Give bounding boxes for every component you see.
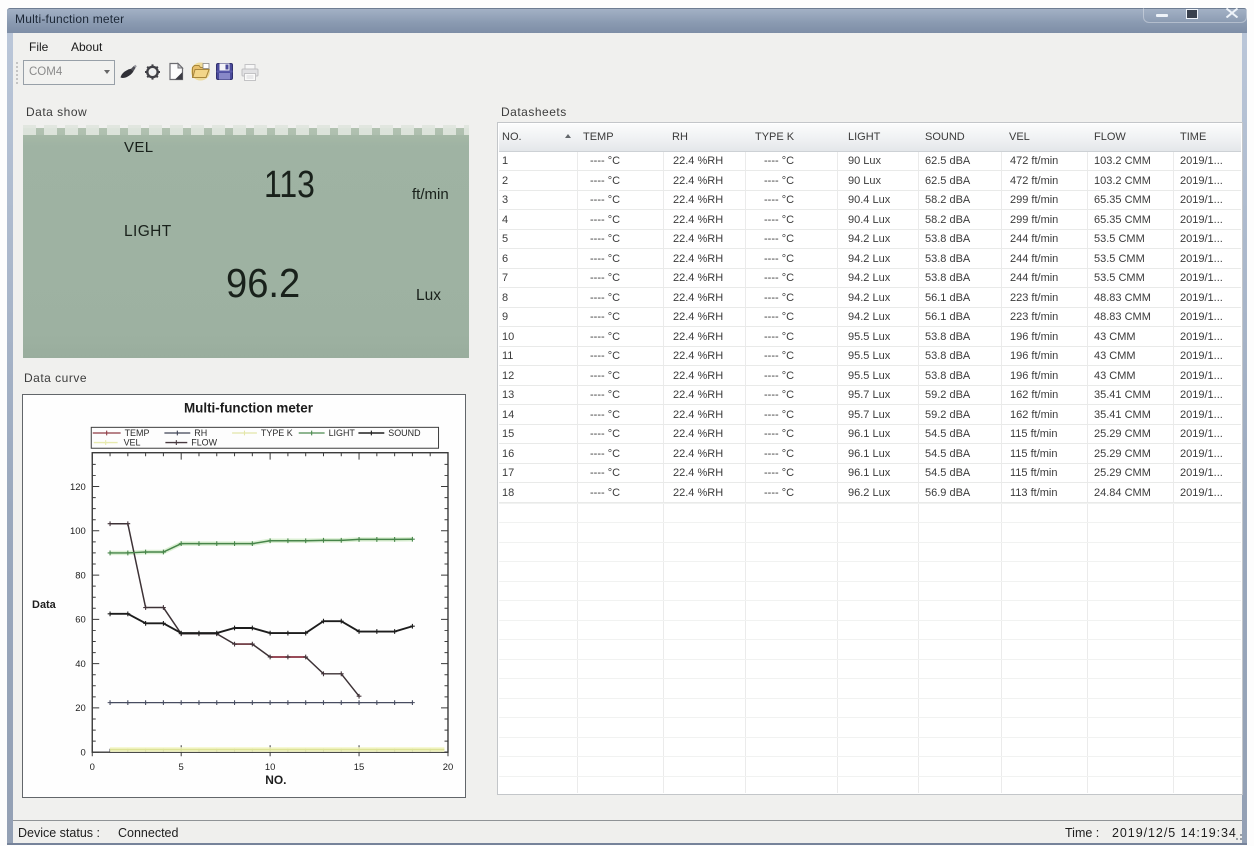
svg-text:15: 15: [354, 762, 365, 773]
svg-text:100: 100: [70, 526, 86, 537]
svg-text:0: 0: [90, 762, 95, 773]
svg-text:TEMP: TEMP: [125, 428, 150, 438]
svg-text:40: 40: [75, 659, 86, 670]
svg-text:RH: RH: [194, 428, 207, 438]
svg-text:FLOW: FLOW: [191, 438, 217, 448]
svg-text:10: 10: [265, 762, 276, 773]
svg-text:5: 5: [179, 762, 184, 773]
svg-text:Data: Data: [32, 599, 57, 611]
svg-text:NO.: NO.: [265, 773, 286, 787]
svg-text:SOUND: SOUND: [388, 428, 421, 438]
svg-text:60: 60: [75, 615, 86, 626]
svg-text:120: 120: [70, 482, 86, 493]
svg-text:20: 20: [443, 762, 454, 773]
svg-text:Multi-function meter: Multi-function meter: [184, 400, 314, 415]
svg-text:VEL: VEL: [124, 438, 141, 448]
svg-text:0: 0: [81, 748, 86, 759]
svg-text:TYPE K: TYPE K: [261, 428, 293, 438]
svg-text:80: 80: [75, 570, 86, 581]
svg-text:LIGHT: LIGHT: [329, 428, 356, 438]
svg-text:20: 20: [75, 703, 86, 714]
